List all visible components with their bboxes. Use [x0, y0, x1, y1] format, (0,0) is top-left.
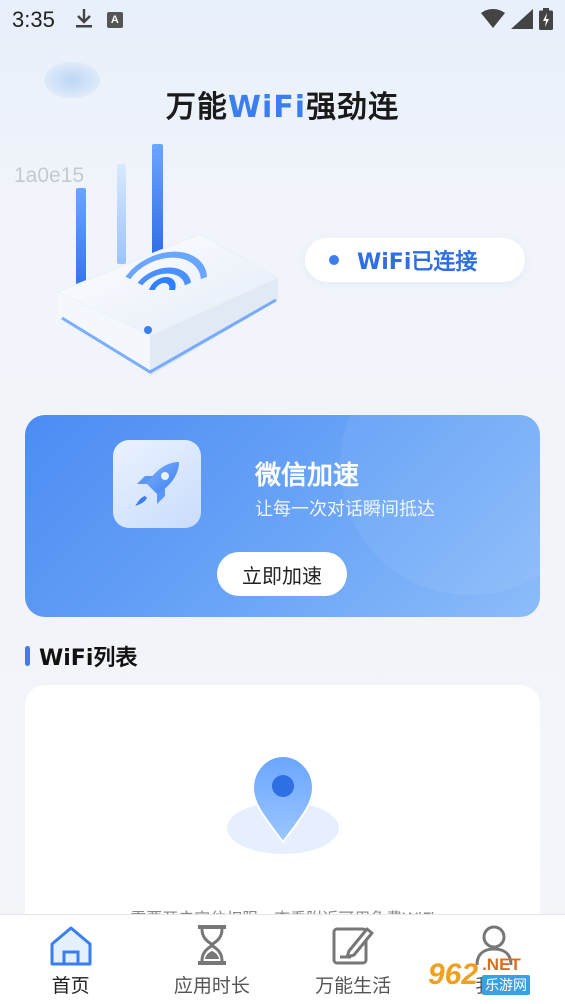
nav-label-home: 首页 — [51, 975, 90, 997]
watermark-main: 962 — [428, 958, 479, 991]
wifi-list-title: WiFi列表 — [39, 646, 138, 671]
nav-label-app-usage: 应用时长 — [173, 975, 250, 997]
watermark-cn: 乐游网 — [482, 975, 531, 995]
accelerate-now-button[interactable]: 立即加速 — [217, 552, 347, 596]
wifi-signal-icon — [481, 9, 505, 33]
hourglass-icon — [188, 921, 236, 969]
battery-icon — [539, 8, 553, 34]
section-accent-bar — [25, 646, 30, 666]
wifi-connected-status: WiFi已连接 — [305, 238, 525, 282]
cell-signal-icon — [511, 9, 533, 33]
watermark-net: .NET — [482, 955, 521, 974]
router-illustration — [50, 140, 290, 380]
accelerate-subtitle: 让每一次对话瞬间抵达 — [255, 499, 435, 520]
nav-item-app-usage[interactable]: 应用时长 — [141, 915, 282, 1004]
wifi-connected-label: WiFi已连接 — [357, 250, 478, 275]
accelerate-title: 微信加速 — [255, 461, 360, 491]
status-right-icons — [481, 8, 553, 34]
status-dot-icon — [329, 255, 339, 265]
title-prefix: 万能 — [165, 90, 228, 125]
edit-note-icon — [329, 921, 377, 969]
wifi-list-header: WiFi列表 — [25, 640, 137, 672]
download-icon — [75, 8, 93, 32]
nav-label-life: 万能生活 — [315, 975, 392, 997]
wifi-list-card: 需要开启定位权限，查看附近可用免费WiFi — [25, 685, 540, 945]
a-badge-icon: A — [106, 12, 123, 28]
rocket-icon — [113, 440, 201, 528]
watermark-side: .NET 乐游网 — [482, 955, 531, 995]
nav-item-home[interactable]: 首页 — [0, 915, 141, 1004]
status-bar: 3:35 A — [0, 0, 565, 40]
status-time: 3:35 — [12, 7, 55, 32]
wechat-accelerate-card[interactable]: 微信加速 让每一次对话瞬间抵达 立即加速 — [25, 415, 540, 617]
location-pin-icon — [225, 750, 345, 860]
title-suffix: 强劲连 — [306, 90, 400, 125]
title-accent: WiFi — [227, 90, 307, 125]
status-left-icons: A — [75, 8, 123, 32]
nav-item-life[interactable]: 万能生活 — [283, 915, 424, 1004]
app-title: 万能WiFi强劲连 — [0, 82, 565, 126]
home-icon — [47, 921, 95, 969]
site-watermark-logo: 962 .NET 乐游网 — [428, 950, 560, 1000]
